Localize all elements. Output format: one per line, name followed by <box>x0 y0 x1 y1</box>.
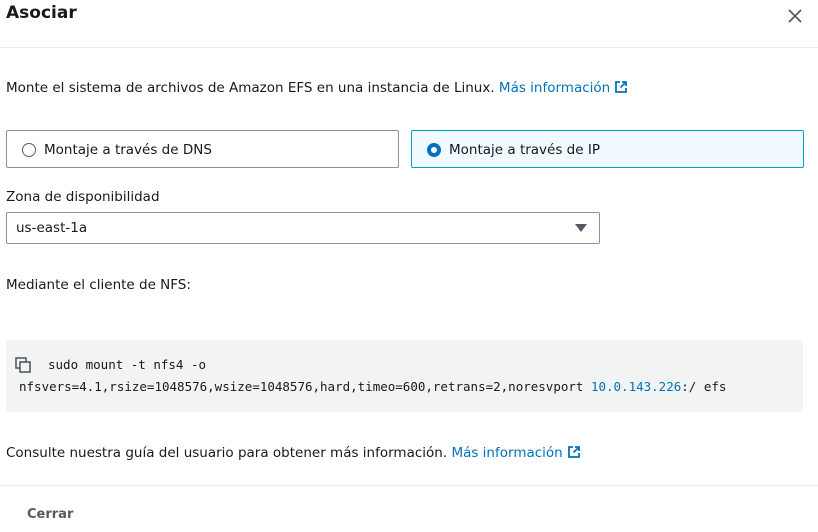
copy-icon[interactable] <box>15 357 31 373</box>
command-line-1: sudo mount -t nfs4 -o <box>48 357 207 372</box>
modal-title: Asociar <box>6 3 77 23</box>
external-link-icon <box>615 81 628 93</box>
modal-header: Asociar <box>0 0 818 48</box>
modal-footer: Cerrar <box>0 485 818 532</box>
modal-description: Monte el sistema de archivos de Amazon E… <box>6 80 628 96</box>
learn-more-link[interactable]: Más información <box>499 80 628 96</box>
mount-option-ip[interactable]: Montaje a través de IP <box>411 130 804 168</box>
mount-target-ip: 10.0.143.226 <box>590 379 682 394</box>
command-block: sudo mount -t nfs4 -o nfsvers=4.1,rsize=… <box>6 340 803 412</box>
nfs-client-label: Mediante el cliente de NFS: <box>6 277 191 293</box>
guide-learn-more-link[interactable]: Más información <box>451 445 580 461</box>
radio-dns[interactable] <box>22 143 36 157</box>
mount-option-ip-label: Montaje a través de IP <box>449 142 600 158</box>
availability-zone-label: Zona de disponibilidad <box>6 189 160 205</box>
description-text: Monte el sistema de archivos de Amazon E… <box>6 80 495 96</box>
learn-more-label: Más información <box>498 80 611 96</box>
close-button[interactable]: Cerrar <box>27 507 73 522</box>
guide-description: Consulte nuestra guía del usuario para o… <box>6 445 448 461</box>
availability-zone-value: us-east-1a <box>16 220 88 236</box>
mount-option-dns[interactable]: Montaje a través de DNS <box>6 130 399 168</box>
caret-down-icon <box>575 224 587 232</box>
command-options: nfsvers=4.1,rsize=1048576,wsize=1048576,… <box>19 379 591 394</box>
mount-option-dns-label: Montaje a través de DNS <box>44 142 212 158</box>
command-target: :/ efs <box>681 379 727 394</box>
availability-zone-select[interactable]: us-east-1a <box>6 212 600 244</box>
close-icon[interactable] <box>785 6 805 26</box>
external-link-icon <box>567 446 580 458</box>
command-line-2: nfsvers=4.1,rsize=1048576,wsize=1048576,… <box>19 379 726 394</box>
guide-learn-more-label: Más información <box>451 445 563 461</box>
radio-ip[interactable] <box>427 143 441 157</box>
guide-text: Consulte nuestra guía del usuario para o… <box>6 445 581 461</box>
